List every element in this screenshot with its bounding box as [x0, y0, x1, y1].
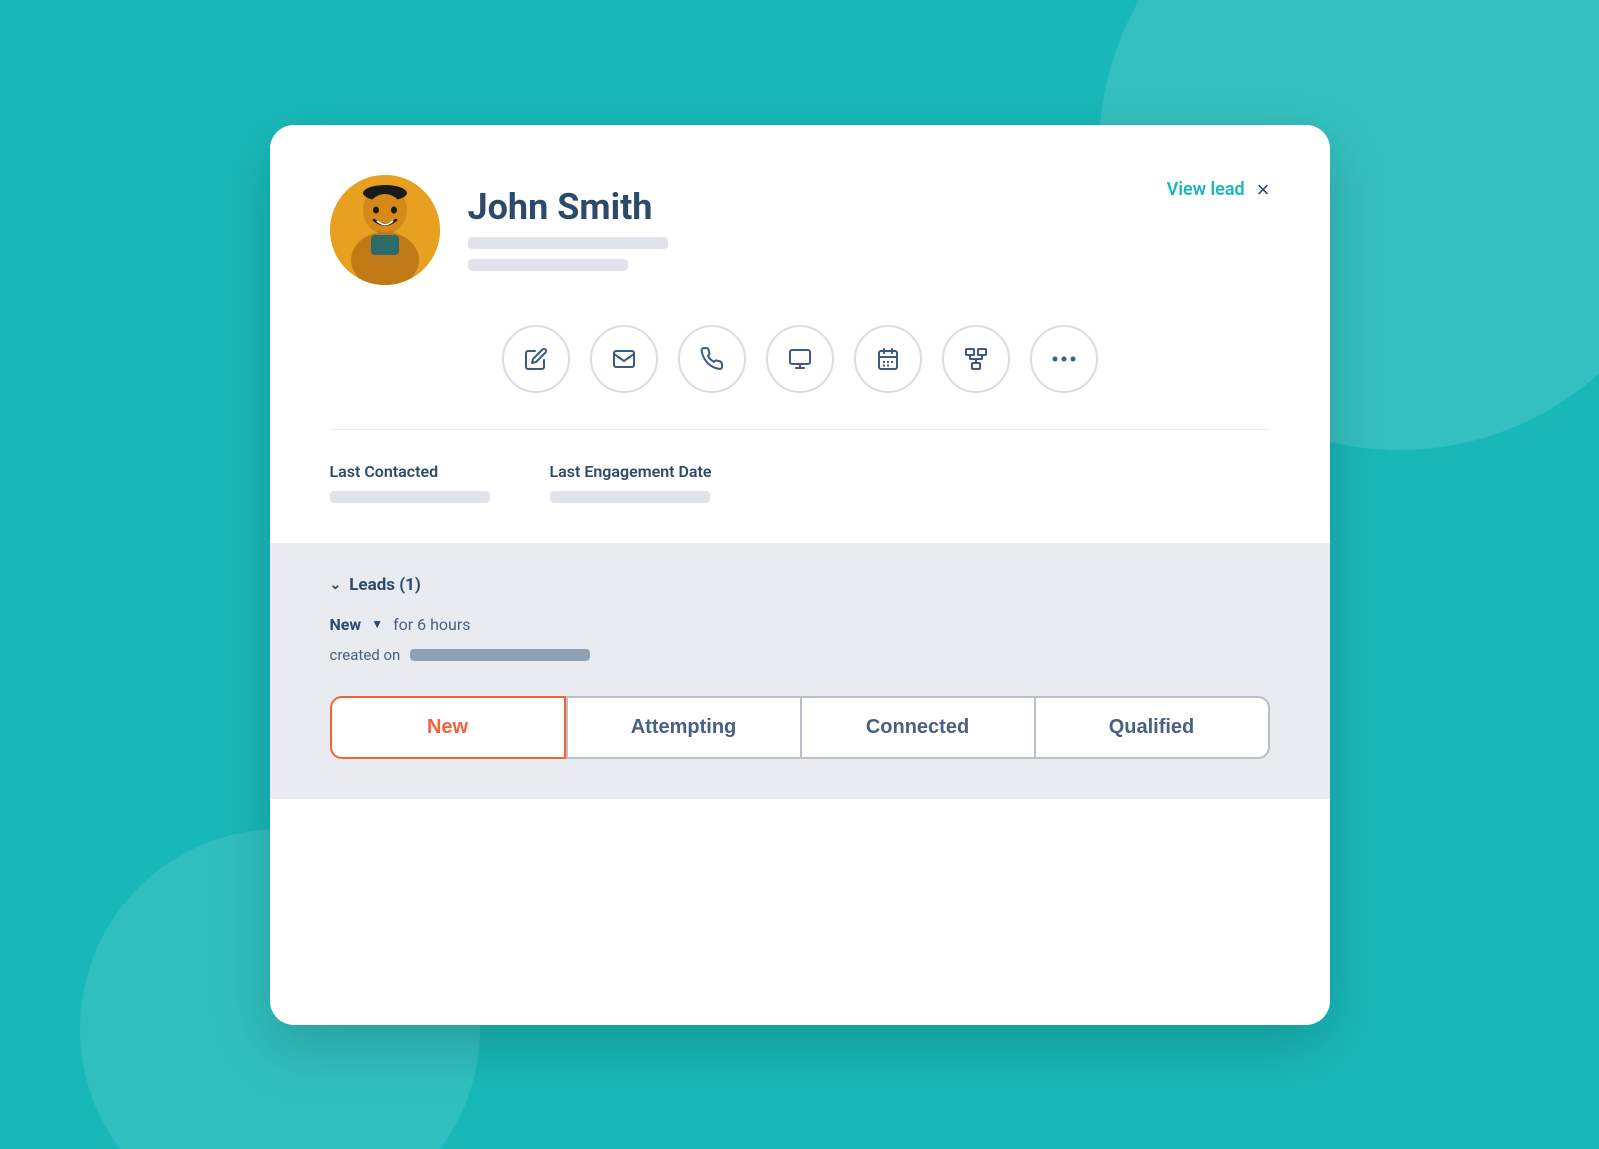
last-contacted-value-skeleton — [330, 491, 490, 503]
last-contacted-field: Last Contacted — [330, 462, 490, 503]
screen-button[interactable] — [766, 325, 834, 393]
edit-button[interactable] — [502, 325, 570, 393]
created-label: created on — [330, 646, 401, 664]
action-icons-row — [330, 325, 1270, 393]
contact-detail-2-skeleton — [468, 259, 628, 271]
created-date-skeleton — [410, 649, 590, 661]
card-top-section: John Smith View lead × — [270, 125, 1330, 543]
header-row: John Smith View lead × — [330, 175, 1270, 285]
more-button[interactable] — [1030, 325, 1098, 393]
last-engagement-field: Last Engagement Date — [550, 462, 712, 503]
avatar — [330, 175, 440, 285]
header-actions: View lead × — [1167, 179, 1270, 201]
leads-header-label: Leads (1) — [349, 575, 421, 595]
status-dropdown-icon[interactable]: ▼ — [371, 617, 383, 631]
status-qualified-button[interactable]: Qualified — [1036, 696, 1270, 759]
created-on-row: created on — [330, 646, 1270, 664]
phone-button[interactable] — [678, 325, 746, 393]
last-contacted-label: Last Contacted — [330, 462, 490, 481]
contact-info: John Smith — [330, 175, 668, 285]
card-bottom-section: ⌄ Leads (1) New ▼ for 6 hours created on… — [270, 543, 1330, 799]
status-connected-button[interactable]: Connected — [802, 696, 1036, 759]
view-lead-link[interactable]: View lead — [1167, 179, 1245, 200]
contact-detail-1-skeleton — [468, 237, 668, 249]
fields-row: Last Contacted Last Engagement Date — [330, 462, 1270, 503]
last-engagement-label: Last Engagement Date — [550, 462, 712, 481]
contact-card: John Smith View lead × — [270, 125, 1330, 1025]
status-attempting-button[interactable]: Attempting — [566, 696, 802, 759]
email-button[interactable] — [590, 325, 658, 393]
lead-status-text: New — [330, 615, 362, 634]
workflow-button[interactable] — [942, 325, 1010, 393]
calendar-button[interactable] — [854, 325, 922, 393]
status-buttons-row: New Attempting Connected Qualified — [330, 696, 1270, 759]
contact-name: John Smith — [468, 188, 668, 228]
section-divider — [330, 429, 1270, 430]
lead-duration-text: for 6 hours — [393, 615, 470, 634]
close-button[interactable]: × — [1257, 179, 1270, 201]
leads-header[interactable]: ⌄ Leads (1) — [330, 575, 1270, 595]
last-engagement-value-skeleton — [550, 491, 710, 503]
status-new-button[interactable]: New — [330, 696, 566, 759]
lead-status-row: New ▼ for 6 hours — [330, 615, 1270, 634]
contact-text: John Smith — [468, 188, 668, 272]
chevron-down-icon: ⌄ — [330, 577, 342, 593]
